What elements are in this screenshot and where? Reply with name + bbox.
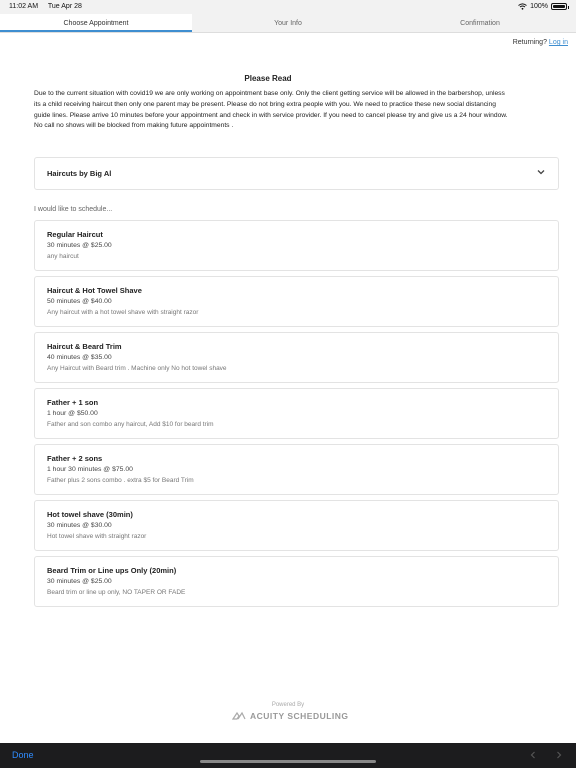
back-arrow-icon[interactable] (529, 751, 537, 759)
home-indicator (200, 760, 376, 763)
appointment-description: Father plus 2 sons combo . extra $5 for … (47, 477, 194, 484)
tab-confirmation[interactable]: Confirmation (384, 14, 576, 32)
appointment-type-item[interactable]: Regular Haircut 30 minutes @ $25.00 any … (34, 220, 559, 271)
battery-fill (553, 5, 565, 8)
calendar-select[interactable]: Haircuts by Big Al (34, 157, 559, 190)
acuity-brand-text: ACUITY SCHEDULING (250, 711, 349, 721)
wifi-icon (518, 3, 527, 10)
log-in-link[interactable]: Log in (549, 39, 568, 46)
appointment-name: Regular Haircut (47, 230, 103, 239)
done-button[interactable]: Done (12, 750, 34, 760)
calendar-selected-label: Haircuts by Big Al (47, 169, 112, 178)
appointment-description: Hot towel shave with straight razor (47, 533, 147, 540)
appointment-duration-price: 30 minutes @ $25.00 (47, 578, 112, 585)
returning-prompt: Returning? Log in (513, 39, 568, 46)
appointment-name: Beard Trim or Line ups Only (20min) (47, 566, 177, 575)
notice-title: Please Read (244, 74, 292, 83)
appointment-name: Father + 1 son (47, 398, 99, 407)
appointment-duration-price: 30 minutes @ $25.00 (47, 242, 112, 249)
appointment-description: Beard trim or line up only, NO TAPER OR … (47, 589, 186, 596)
appointment-type-item[interactable]: Haircut & Beard Trim 40 minutes @ $35.00… (34, 332, 559, 383)
status-date: Tue Apr 28 (47, 3, 82, 10)
appointment-type-item[interactable]: Hot towel shave (30min) 30 minutes @ $30… (34, 500, 559, 551)
appointment-description: any haircut (47, 253, 79, 260)
powered-by-label: Powered By (271, 702, 305, 708)
tab-your-info[interactable]: Your Info (192, 14, 384, 32)
forward-arrow-icon[interactable] (555, 751, 563, 759)
appointment-type-item[interactable]: Father + 2 sons 1 hour 30 minutes @ $75.… (34, 444, 559, 495)
bottom-toolbar: Done (0, 743, 576, 768)
status-bar: 11:02 AM Tue Apr 28 100% (0, 0, 576, 14)
status-time: 11:02 AM (9, 3, 39, 10)
appointment-name: Hot towel shave (30min) (47, 510, 133, 519)
tab-choose-appointment[interactable]: Choose Appointment (0, 14, 192, 32)
appointment-description: Any haircut with a hot towel shave with … (47, 309, 199, 316)
acuity-branding[interactable]: ACUITY SCHEDULING (232, 710, 349, 722)
step-tabs: Choose Appointment Your Info Confirmatio… (0, 14, 576, 33)
appointment-description: Any Haircut with Beard trim . Machine on… (47, 365, 227, 372)
chevron-down-icon (537, 170, 545, 175)
appointment-description: Father and son combo any haircut, Add $1… (47, 421, 214, 428)
acuity-logo-icon (232, 711, 246, 720)
returning-label: Returning? (512, 39, 547, 46)
notice-body: Due to the current situation with covid1… (34, 90, 508, 130)
appointment-type-item[interactable]: Beard Trim or Line ups Only (20min) 30 m… (34, 556, 559, 607)
appointment-name: Haircut & Beard Trim (47, 342, 122, 351)
appointment-duration-price: 50 minutes @ $40.00 (47, 298, 112, 305)
appointment-type-item[interactable]: Father + 1 son 1 hour @ $50.00 Father an… (34, 388, 559, 439)
appointment-duration-price: 40 minutes @ $35.00 (47, 354, 112, 361)
battery-percent: 100% (530, 3, 548, 10)
appointment-duration-price: 30 minutes @ $30.00 (47, 522, 112, 529)
appointment-duration-price: 1 hour @ $50.00 (47, 410, 98, 417)
battery-icon (551, 3, 569, 10)
appointment-duration-price: 1 hour 30 minutes @ $75.00 (47, 466, 133, 473)
appointment-name: Haircut & Hot Towel Shave (47, 286, 142, 295)
appointment-type-item[interactable]: Haircut & Hot Towel Shave 50 minutes @ $… (34, 276, 559, 327)
schedule-label: I would like to schedule... (34, 206, 113, 213)
appointment-name: Father + 2 sons (47, 454, 103, 463)
